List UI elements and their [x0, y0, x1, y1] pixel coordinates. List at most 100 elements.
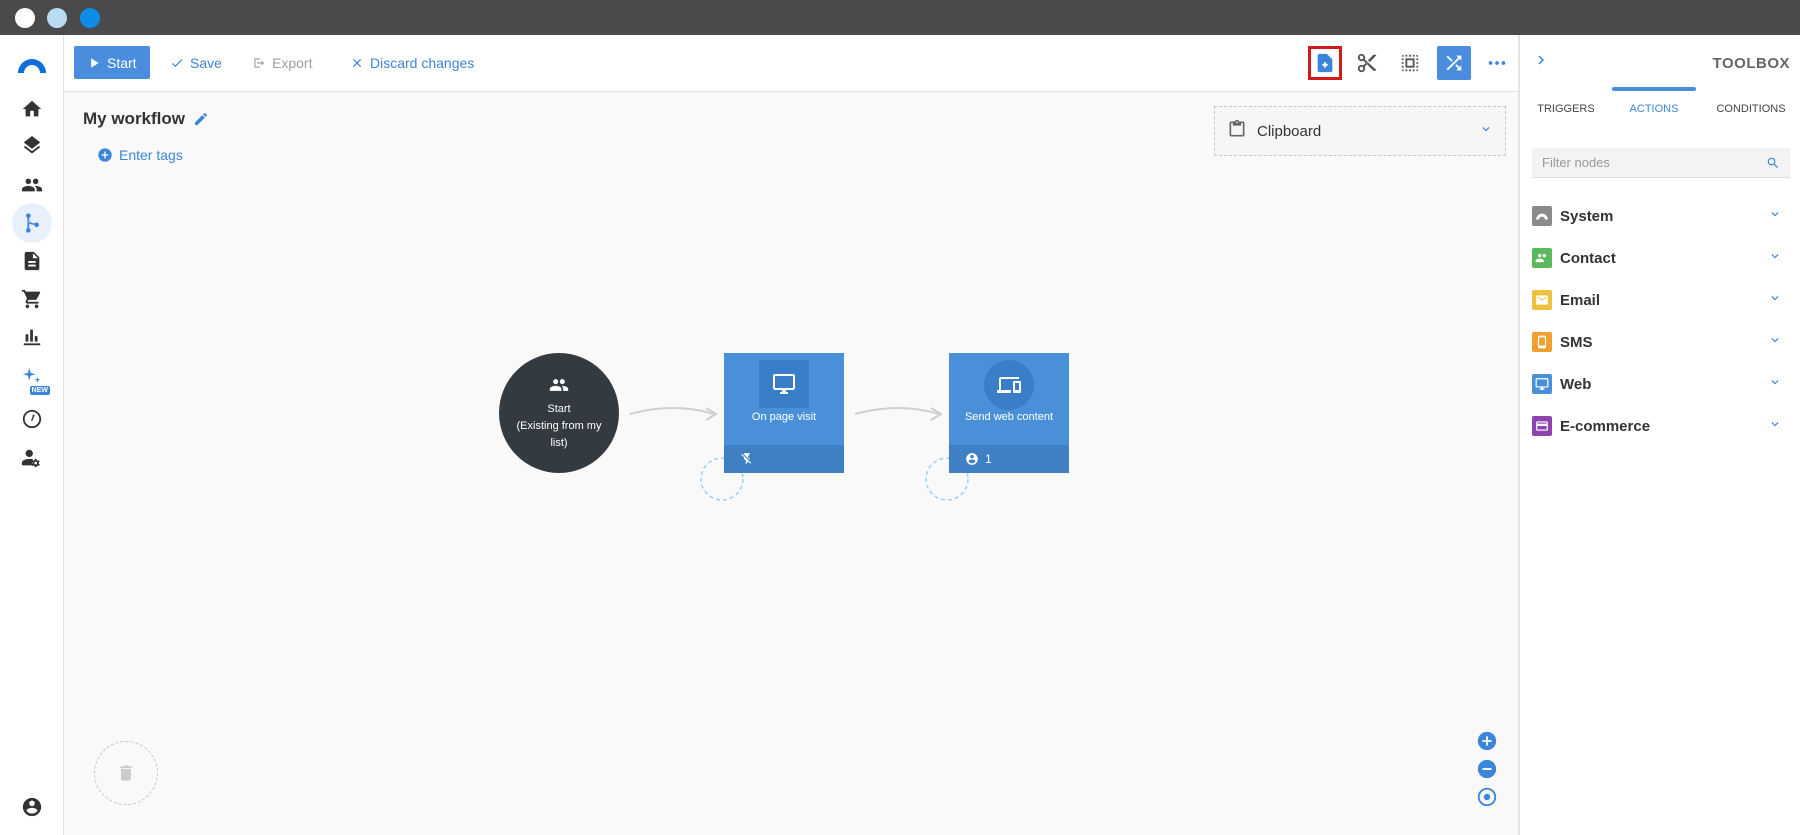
- plus-circle-icon: [98, 148, 112, 162]
- enter-tags-label: Enter tags: [119, 147, 183, 163]
- os-title-bar: [0, 0, 1800, 35]
- category-label: SMS: [1560, 333, 1593, 351]
- workflow-title-text: My workflow: [83, 109, 186, 128]
- filter-nodes-field[interactable]: [1532, 148, 1790, 178]
- chevron-down-icon: [1768, 291, 1782, 310]
- on-page-visit-node[interactable]: On page visit: [724, 353, 844, 473]
- window-maximize-dot[interactable]: [80, 8, 100, 28]
- save-button[interactable]: Save: [170, 46, 222, 79]
- nav-user-settings[interactable]: [12, 438, 52, 478]
- window-close-dot[interactable]: [15, 8, 35, 28]
- enter-tags-button[interactable]: Enter tags: [97, 147, 183, 163]
- people-icon: [549, 378, 569, 391]
- devices-icon: [997, 377, 1021, 393]
- start-node-subtitle-2: list): [550, 436, 568, 449]
- nav-contacts[interactable]: [12, 165, 52, 205]
- account-icon: [22, 797, 42, 817]
- clipboard-dropdown[interactable]: Clipboard: [1214, 106, 1506, 156]
- more-horizontal-icon: [1488, 61, 1506, 65]
- cart-icon: [21, 289, 41, 309]
- filter-nodes-input[interactable]: [1542, 155, 1766, 170]
- start-button-label: Start: [107, 54, 137, 71]
- monitor-icon: [1532, 374, 1552, 394]
- nav-home[interactable]: [12, 89, 52, 129]
- start-node[interactable]: Start (Existing from my list): [499, 353, 619, 473]
- export-icon: [254, 57, 265, 68]
- node-footer: [724, 445, 844, 473]
- select-all-button[interactable]: [1393, 46, 1427, 80]
- tab-actions[interactable]: ACTIONS: [1612, 87, 1696, 127]
- category-label: Email: [1560, 291, 1601, 309]
- nav-ai[interactable]: NEW: [12, 357, 52, 397]
- new-badge: NEW: [29, 386, 50, 395]
- scissors-icon: [1357, 53, 1377, 73]
- nav-account[interactable]: [12, 787, 52, 827]
- nav-workflows[interactable]: [12, 203, 52, 243]
- clipboard-label: Clipboard: [1257, 122, 1322, 140]
- toolbox-panel: TOOLBOX TRIGGERS ACTIONS CONDITIONS Syst…: [1518, 35, 1800, 835]
- category-label: System: [1560, 207, 1614, 225]
- system-icon: [1532, 206, 1552, 226]
- on-page-visit-label: On page visit: [751, 411, 817, 423]
- chevron-down-icon: [1479, 122, 1493, 140]
- category-web[interactable]: Web: [1532, 369, 1790, 399]
- window-minimize-dot[interactable]: [47, 8, 67, 28]
- nav-ecommerce[interactable]: [12, 279, 52, 319]
- send-web-content-label: Send web content: [964, 411, 1054, 423]
- app-logo[interactable]: [16, 55, 48, 75]
- toolbox-title: TOOLBOX: [1712, 55, 1790, 72]
- center-view-button[interactable]: [1476, 786, 1498, 808]
- export-button-label: Export: [272, 54, 313, 71]
- user-gear-icon: [21, 449, 40, 468]
- toolbox-tabs: TRIGGERS ACTIONS CONDITIONS: [1520, 87, 1800, 127]
- trash-dropzone[interactable]: [94, 741, 158, 805]
- category-ecommerce[interactable]: E-commerce: [1532, 411, 1790, 441]
- copy-to-clipboard-button[interactable]: [1308, 46, 1342, 80]
- document-icon: [24, 251, 40, 271]
- nav-reports[interactable]: [12, 317, 52, 357]
- chevron-down-icon: [1768, 207, 1782, 226]
- select-all-icon: [1401, 54, 1419, 72]
- monitor-icon: [773, 374, 795, 394]
- more-options-button[interactable]: [1480, 46, 1514, 80]
- nav-documents[interactable]: [12, 241, 52, 281]
- category-system[interactable]: System: [1532, 201, 1790, 231]
- bar-chart-icon: [23, 329, 41, 346]
- file-add-icon: [1317, 53, 1333, 73]
- chevron-down-icon: [1768, 249, 1782, 268]
- nav-layers[interactable]: [12, 127, 52, 167]
- collapse-toolbox-button[interactable]: [1532, 51, 1550, 69]
- workflow-icon: [26, 213, 39, 233]
- category-label: E-commerce: [1560, 417, 1651, 435]
- zoom-out-icon: [1477, 759, 1497, 779]
- people-icon: [1532, 248, 1552, 268]
- sparkle-icon: [22, 367, 41, 383]
- category-sms[interactable]: SMS: [1532, 327, 1790, 357]
- start-button[interactable]: Start: [74, 46, 150, 79]
- export-button[interactable]: Export: [252, 46, 312, 79]
- search-icon[interactable]: [1766, 156, 1780, 170]
- tab-triggers[interactable]: TRIGGERS: [1528, 91, 1604, 127]
- people-icon: [21, 178, 43, 192]
- contact-count: 1: [985, 452, 992, 466]
- shuffle-icon: [1446, 55, 1462, 71]
- auto-layout-button[interactable]: [1437, 46, 1471, 80]
- nav-dashboard[interactable]: [12, 399, 52, 439]
- cut-button[interactable]: [1350, 46, 1384, 80]
- card-icon: [1532, 416, 1552, 436]
- workflow-title: My workflow: [83, 109, 209, 129]
- send-web-content-node[interactable]: Send web content 1: [949, 353, 1069, 473]
- phone-icon: [1532, 332, 1552, 352]
- pencil-icon[interactable]: [193, 111, 209, 127]
- discard-changes-button[interactable]: Discard changes: [350, 46, 474, 79]
- zoom-out-button[interactable]: [1476, 758, 1498, 780]
- category-label: Contact: [1560, 249, 1616, 267]
- category-email[interactable]: Email: [1532, 285, 1790, 315]
- tab-conditions[interactable]: CONDITIONS: [1706, 91, 1796, 127]
- zoom-in-icon: [1477, 731, 1497, 751]
- chevron-down-icon: [1768, 375, 1782, 394]
- check-icon: [171, 58, 183, 67]
- workflow-canvas[interactable]: My workflow Enter tags Clipboard Start (…: [64, 92, 1518, 835]
- category-contact[interactable]: Contact: [1532, 243, 1790, 273]
- zoom-in-button[interactable]: [1476, 730, 1498, 752]
